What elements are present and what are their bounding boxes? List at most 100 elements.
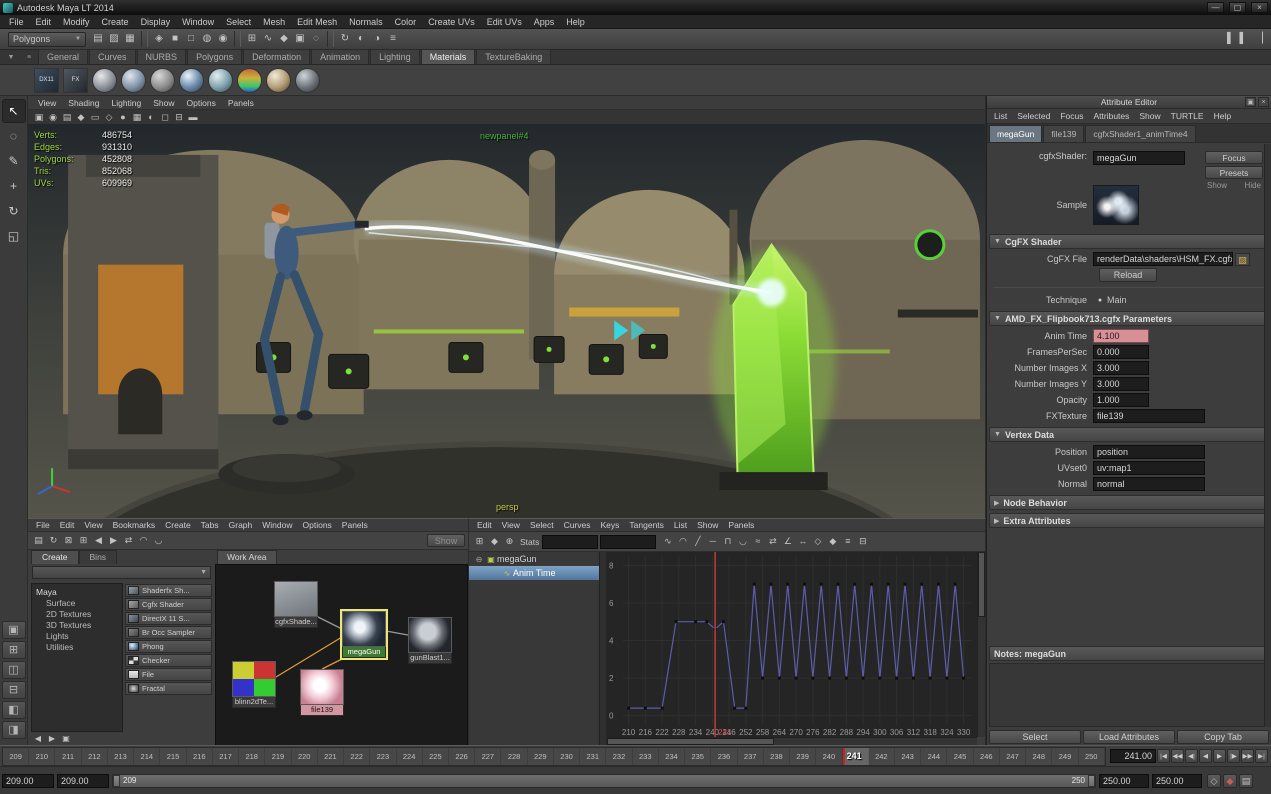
resolution-gate-icon[interactable]: ▬ xyxy=(186,111,200,124)
work-area-tab[interactable]: Work Area xyxy=(217,550,277,564)
timeline-frame-218[interactable]: 218 xyxy=(239,747,266,765)
timeline-frame-219[interactable]: 219 xyxy=(265,747,292,765)
timeline-frame-236[interactable]: 236 xyxy=(711,747,738,765)
hypershade-menu-item[interactable]: Graph xyxy=(224,519,258,532)
shelf-tab[interactable]: Animation xyxy=(311,49,370,64)
tree-item[interactable]: 2D Textures xyxy=(36,609,122,620)
graph-both-icon[interactable]: ⇄ xyxy=(121,533,136,548)
animation-preferences-button[interactable]: ▤ xyxy=(1239,773,1253,788)
close-button[interactable]: × xyxy=(1251,2,1268,13)
spline-tangents-icon[interactable]: ∿ xyxy=(660,534,675,549)
swatch-size-icon[interactable]: ▣ xyxy=(60,733,72,745)
notes-section-bar[interactable]: Notes: megaGun xyxy=(989,646,1269,661)
previous-graph-icon[interactable]: ◠ xyxy=(136,533,151,548)
material-sample-swatch[interactable] xyxy=(1093,185,1139,225)
select-tool[interactable]: ↖ xyxy=(1,99,26,123)
material-create-button[interactable]: Checker xyxy=(125,654,212,667)
shelf-tab[interactable]: Curves xyxy=(89,49,136,64)
highlight-selection-icon[interactable]: ◉ xyxy=(215,31,231,47)
blinn-material-icon[interactable] xyxy=(121,67,146,93)
menu-item[interactable]: Normals xyxy=(343,15,389,29)
timeline-frame-226[interactable]: 226 xyxy=(449,747,476,765)
attribute-editor-tab[interactable]: megaGun xyxy=(989,125,1043,142)
snap-to-grid-icon[interactable]: ⊞ xyxy=(244,31,260,47)
time-ruler[interactable]: 241 209 210 211 212 213 214 215 216 217 218 219 220… xyxy=(2,746,1106,766)
swap-buffer-icon[interactable]: ⇄ xyxy=(765,534,780,549)
phong-material-icon[interactable] xyxy=(179,67,204,93)
shelf-tab[interactable]: Lighting xyxy=(370,49,420,64)
viewport-menu-item[interactable]: Lighting xyxy=(105,96,147,110)
material-create-button[interactable]: Cgfx Shader xyxy=(125,598,212,611)
tree-item[interactable]: Surface xyxy=(36,598,122,609)
timeline-frame-217[interactable]: 217 xyxy=(213,747,240,765)
hypershade-menu-item[interactable]: Options xyxy=(298,519,337,532)
outliner-persp-layout-button[interactable]: ◨ xyxy=(1,721,26,739)
new-scene-icon[interactable]: ▤ xyxy=(90,31,106,47)
hypershade-menu-item[interactable]: View xyxy=(79,519,107,532)
three-pane-layout-button[interactable]: ◧ xyxy=(1,701,26,719)
attribute-editor-menu-item[interactable]: Help xyxy=(1209,109,1236,123)
notes-area[interactable] xyxy=(989,663,1269,727)
parameter-field[interactable]: 4.100 xyxy=(1093,329,1149,343)
timeline-frame-222[interactable]: 222 xyxy=(344,747,371,765)
two-pane-stacked-layout-button[interactable]: ⊟ xyxy=(1,681,26,699)
tree-root[interactable]: Maya xyxy=(36,586,122,598)
isolate-select-icon[interactable]: ⊟ xyxy=(172,111,186,124)
graph-editor-menu-item[interactable]: Edit xyxy=(472,519,497,532)
timeline-frame-244[interactable]: 244 xyxy=(921,747,948,765)
animation-end-field[interactable]: 250.00 xyxy=(1152,773,1202,788)
viewport-menu-item[interactable]: Options xyxy=(181,96,222,110)
create-node-icon[interactable]: ▤ xyxy=(31,533,46,548)
attribute-editor-menu-item[interactable]: TURTLE xyxy=(1166,109,1209,123)
no-auto-key-icon[interactable]: ◇ xyxy=(1207,773,1221,788)
timeline-frame-240[interactable]: 240 xyxy=(816,747,843,765)
timeline-frame-242[interactable]: 242 xyxy=(869,747,895,765)
lock-tangent-weight-icon[interactable]: ◆ xyxy=(825,534,840,549)
step-forward-frame-button[interactable]: |▶ xyxy=(1227,749,1240,763)
dock-panel-icon[interactable]: ▣ xyxy=(1245,97,1256,107)
select-camera-icon[interactable]: ▣ xyxy=(32,111,46,124)
timeline-frame-224[interactable]: 224 xyxy=(397,747,423,765)
lasso-select-tool[interactable]: ◌ xyxy=(2,124,26,148)
refresh-swatches-icon[interactable]: ↻ xyxy=(46,533,61,548)
timeline-frame-216[interactable]: 216 xyxy=(187,747,213,765)
select-object-icon[interactable]: ■ xyxy=(167,31,183,47)
outliner-scrollbar[interactable] xyxy=(599,552,606,745)
selection-mode-dropdown[interactable]: Polygons ▼ xyxy=(8,31,86,47)
parameter-field[interactable]: 3.000 xyxy=(1093,377,1149,391)
shelf-tab[interactable]: TextureBaking xyxy=(476,49,552,64)
focus-button[interactable]: Focus xyxy=(1205,151,1263,164)
timeline-frame-235[interactable]: 235 xyxy=(685,747,712,765)
timeline-frame-228[interactable]: 228 xyxy=(501,747,528,765)
graph-editor-menu-item[interactable]: Panels xyxy=(723,519,759,532)
tree-item[interactable]: Utilities xyxy=(36,642,122,653)
timeline-frame-232[interactable]: 232 xyxy=(606,747,633,765)
section-cgfx-shader[interactable]: ▼ CgFX Shader xyxy=(989,234,1269,249)
current-time-field[interactable]: 241.00 xyxy=(1110,749,1156,763)
timeline-frame-231[interactable]: 231 xyxy=(580,747,607,765)
select-all-mask-icon[interactable]: ◍ xyxy=(199,31,215,47)
copy-tab-button[interactable]: Copy Tab xyxy=(1177,730,1269,744)
timeline-frame-220[interactable]: 220 xyxy=(292,747,318,765)
graph-vertical-scrollbar[interactable] xyxy=(977,552,985,737)
viewport-3d-scene[interactable]: Verts: 486754 Edges: 931310 Polygons: 45… xyxy=(28,125,985,518)
surface-shader-icon[interactable] xyxy=(266,67,291,93)
timeline-frame-238[interactable]: 238 xyxy=(764,747,791,765)
four-pane-layout-button[interactable]: ⊞ xyxy=(1,641,26,659)
presets-button[interactable]: Presets xyxy=(1205,166,1263,179)
playback-start-field[interactable]: 209.00 xyxy=(57,773,109,788)
timeline-frame-230[interactable]: 230 xyxy=(554,747,581,765)
menu-item[interactable]: Mesh xyxy=(257,15,291,29)
outliner-row[interactable]: ∿ Anim Time xyxy=(469,566,606,580)
attribute-editor-titlebar[interactable]: Attribute Editor ▣ × xyxy=(987,96,1271,109)
section-cgfx-parameters[interactable]: ▼ AMD_FX_Flipbook713.cgfx Parameters xyxy=(989,311,1269,326)
select-component-icon[interactable]: □ xyxy=(183,31,199,47)
material-create-button[interactable]: Shaderfx Sh... xyxy=(125,584,212,597)
vertex-data-field[interactable]: uv:map1 xyxy=(1093,461,1205,475)
back-icon[interactable]: ◀ xyxy=(32,733,44,745)
browse-file-icon[interactable]: ▨ xyxy=(1235,252,1250,266)
shelf-tab[interactable]: NURBS xyxy=(136,49,187,64)
viewport-menu-item[interactable]: Panels xyxy=(222,96,260,110)
value-snap-icon[interactable]: ⊟ xyxy=(855,534,870,549)
rearrange-graph-icon[interactable]: ⊞ xyxy=(76,533,91,548)
